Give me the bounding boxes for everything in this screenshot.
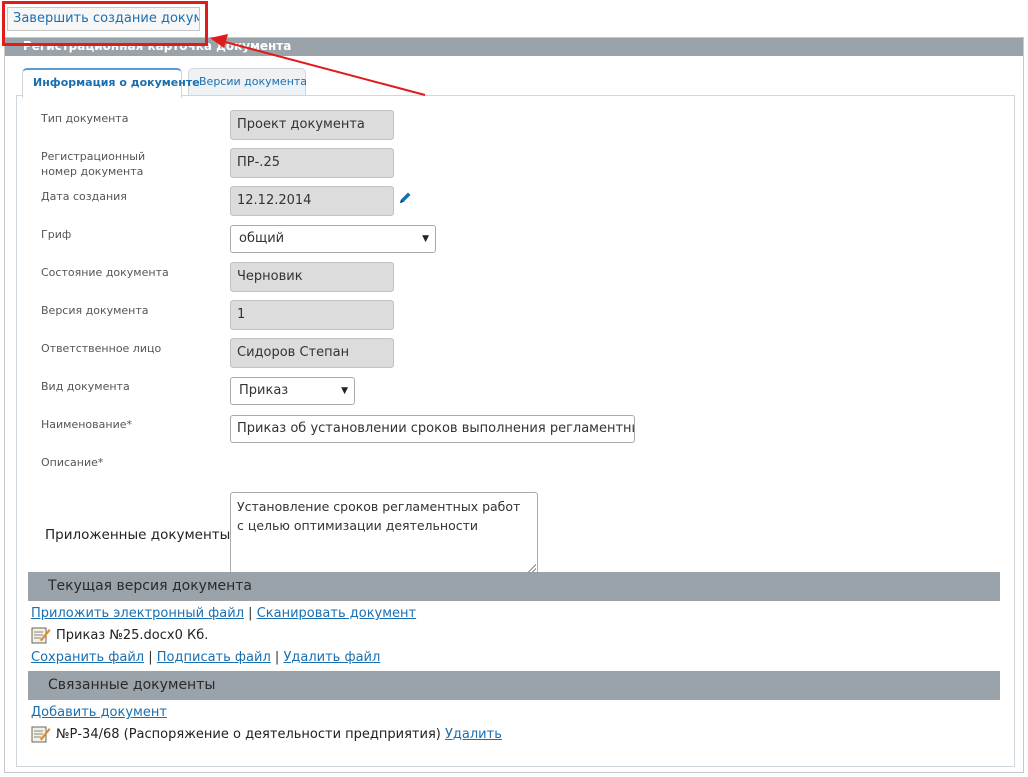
save-file-link[interactable]: Сохранить файл	[31, 650, 144, 665]
caret-down-icon: ▼	[341, 386, 348, 396]
description-text: Установление сроков регламентных работ с…	[237, 499, 521, 533]
related-document-text: №Р-34/68 (Распоряжение о деятельности пр…	[56, 726, 441, 742]
status-label: Состояние документа	[41, 266, 169, 279]
doc-kind-select[interactable]: Приказ ▼	[230, 377, 355, 405]
current-version-header: Текущая версия документа	[28, 572, 1000, 601]
status-field: Черновик	[230, 262, 394, 292]
caret-down-icon: ▼	[422, 234, 429, 244]
name-input[interactable]: Приказ об установлении сроков выполнения…	[230, 415, 635, 443]
separator: |	[148, 650, 153, 665]
created-date-label: Дата создания	[41, 190, 127, 203]
delete-related-link[interactable]: Удалить	[445, 727, 502, 742]
separator: |	[274, 650, 280, 665]
version-field: 1	[230, 300, 394, 330]
finish-document-button[interactable]: Завершить создание документа	[7, 7, 200, 31]
name-label: Наименование*	[41, 418, 132, 431]
description-textarea[interactable]: Установление сроков регламентных работ с…	[230, 492, 538, 574]
description-label: Описание*	[41, 456, 104, 469]
doc-kind-label: Вид документа	[41, 380, 130, 393]
add-document-link[interactable]: Добавить документ	[31, 705, 167, 720]
doc-type-field: Проект документа	[230, 110, 394, 140]
reg-number-label: Регистрационный номер документа	[41, 150, 146, 178]
file-actions: Сохранить файл | Подписать файл | Удалит…	[31, 650, 380, 665]
attached-file-item: Приказ №25.docx0 Кб.	[31, 626, 208, 644]
separator: |	[248, 606, 253, 621]
pencil-icon[interactable]	[397, 190, 413, 206]
created-date-field: 12.12.2014	[230, 186, 394, 216]
grif-label: Гриф	[41, 228, 72, 241]
attached-documents-title: Приложенные документы	[45, 527, 231, 543]
responsible-label: Ответственное лицо	[41, 342, 162, 355]
grif-select-value: общий	[239, 231, 285, 246]
attach-file-link[interactable]: Приложить электронный файл	[31, 606, 244, 621]
card-title: Регистрационная карточка документа	[5, 38, 1023, 56]
current-version-actions: Приложить электронный файл | Сканировать…	[31, 606, 416, 621]
document-note-icon	[31, 726, 51, 743]
reg-number-field: ПР-.25	[230, 148, 394, 178]
doc-kind-select-value: Приказ	[239, 383, 289, 398]
document-note-icon	[31, 627, 51, 644]
doc-type-label: Тип документа	[41, 112, 129, 125]
responsible-field: Сидоров Степан	[230, 338, 394, 368]
related-documents-header: Связанные документы	[28, 671, 1000, 700]
attached-file-name: Приказ №25.docx0 Кб.	[56, 627, 209, 643]
related-document-item: №Р-34/68 (Распоряжение о деятельности пр…	[31, 725, 502, 743]
tab-document-versions[interactable]: Версии документа	[188, 68, 307, 96]
grif-select[interactable]: общий ▼	[230, 225, 436, 253]
scan-document-link[interactable]: Сканировать документ	[257, 606, 416, 621]
document-info-panel: Тип документа Проект документа Регистрац…	[16, 95, 1015, 767]
registration-card: Регистрационная карточка документа Инфор…	[4, 37, 1024, 773]
tab-document-info[interactable]: Информация о документе	[22, 68, 200, 98]
delete-file-link[interactable]: Удалить файл	[283, 650, 380, 665]
related-actions: Добавить документ	[31, 705, 167, 720]
resize-grip-icon[interactable]	[528, 564, 536, 572]
sign-file-link[interactable]: Подписать файл	[157, 650, 271, 665]
version-label: Версия документа	[41, 304, 149, 317]
